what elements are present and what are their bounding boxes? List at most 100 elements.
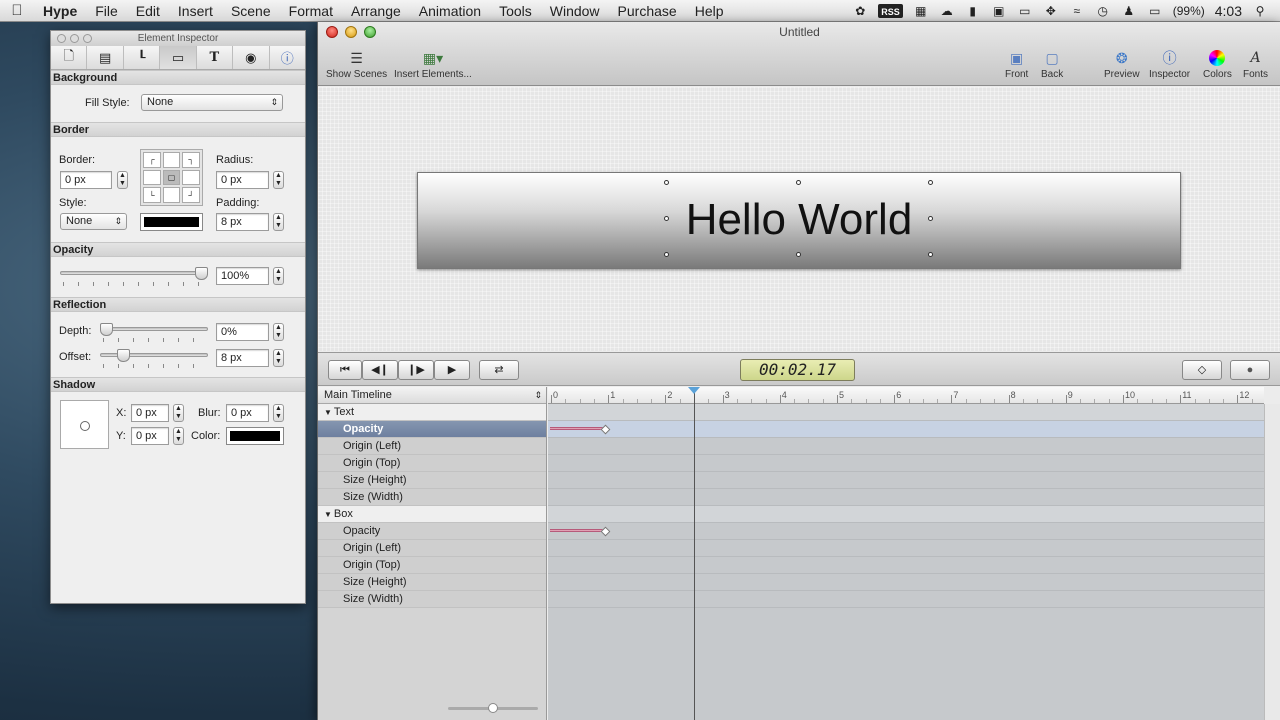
track-row[interactable] — [548, 591, 1264, 608]
close-icon[interactable] — [57, 34, 66, 43]
display-icon[interactable]: ▭ — [1017, 4, 1033, 18]
track-row[interactable] — [548, 455, 1264, 472]
fill-style-popup[interactable]: None ⇕ — [141, 94, 283, 111]
timeline-property-row[interactable]: Size (Width) — [318, 591, 546, 608]
depth-stepper[interactable]: ▲ ▼ — [273, 323, 284, 341]
show-scenes-button[interactable]: ☰ Show Scenes — [326, 48, 387, 80]
move-icon[interactable]: ✥ — [1043, 4, 1059, 18]
resize-handle-bottom[interactable] — [796, 252, 801, 257]
opacity-field[interactable]: 100% — [216, 267, 269, 285]
actions-tab-icon[interactable]: ◉ — [233, 46, 270, 69]
resize-handle-top-left[interactable] — [664, 180, 669, 185]
fonts-button[interactable]: A Fonts — [1243, 48, 1268, 80]
inspector-button[interactable]: ⓘ Inspector — [1149, 48, 1190, 80]
record-button[interactable]: ● — [1230, 360, 1270, 380]
track-row[interactable] — [548, 523, 1264, 540]
resize-handle-top[interactable] — [796, 180, 801, 185]
track-row[interactable] — [548, 421, 1264, 438]
shadow-y-stepper[interactable]: ▲ ▼ — [173, 427, 184, 445]
colors-button[interactable]: Colors — [1203, 48, 1232, 80]
apple-icon[interactable]:  — [0, 2, 34, 19]
inspector-titlebar[interactable]: Element Inspector — [51, 31, 305, 46]
side-right-icon[interactable] — [182, 169, 200, 186]
scripts-icon[interactable]: ✿ — [852, 4, 868, 18]
spotlight-icon[interactable]: ⚲ — [1252, 4, 1268, 18]
keyframe-diamond-icon[interactable] — [600, 526, 611, 537]
time-ruler[interactable]: 0 1 2 3 4 5 6 7 8 9 10 11 12 — [548, 387, 1264, 404]
corner-bottom-left-icon[interactable]: └ — [143, 187, 161, 203]
depth-slider-track[interactable] — [100, 327, 208, 331]
border-side-selector[interactable]: ┌ ┐ ▢ └ ┘ — [140, 149, 203, 206]
disclosure-triangle-icon[interactable]: ▼ — [324, 510, 332, 519]
timeline-tracks[interactable]: 0 1 2 3 4 5 6 7 8 9 10 11 12 — [548, 387, 1264, 720]
timeline-zoom-slider[interactable] — [448, 703, 538, 713]
menu-edit[interactable]: Edit — [127, 3, 169, 19]
go-to-start-button[interactable]: ⏮ — [328, 360, 362, 380]
timeline-property-row[interactable]: Origin (Top) — [318, 455, 546, 472]
menu-purchase[interactable]: Purchase — [609, 3, 686, 19]
resize-handle-bottom-left[interactable] — [664, 252, 669, 257]
resize-handle-left[interactable] — [664, 216, 669, 221]
zoom-icon[interactable] — [83, 34, 92, 43]
menu-insert[interactable]: Insert — [169, 3, 222, 19]
timeline-group-text[interactable]: ▼ Text — [318, 404, 546, 421]
window-icon[interactable]: ▣ — [991, 4, 1007, 18]
text-tab-icon[interactable]: T — [197, 46, 234, 69]
resize-handle-bottom-right[interactable] — [928, 252, 933, 257]
offset-stepper[interactable]: ▲ ▼ — [273, 349, 284, 367]
opacity-slider-track[interactable] — [60, 271, 208, 275]
animation-segment[interactable] — [550, 529, 606, 532]
side-bottom-icon[interactable] — [162, 187, 181, 203]
corner-top-left-icon[interactable]: ┌ — [143, 152, 161, 168]
add-keyframe-button[interactable]: ◇ — [1182, 360, 1222, 380]
all-sides-icon[interactable]: ▢ — [162, 169, 181, 186]
cloud-icon[interactable]: ☁ — [939, 4, 955, 18]
radius-field[interactable]: 0 px — [216, 171, 269, 189]
padding-stepper[interactable]: ▲ ▼ — [273, 213, 284, 231]
shadow-angle-well[interactable] — [60, 400, 109, 449]
track-row[interactable] — [548, 540, 1264, 557]
corner-bottom-right-icon[interactable]: ┘ — [182, 187, 200, 203]
timeline-property-row[interactable]: Origin (Left) — [318, 540, 546, 557]
playhead-line[interactable] — [694, 387, 695, 720]
menu-app[interactable]: Hype — [34, 3, 86, 19]
menu-help[interactable]: Help — [686, 3, 733, 19]
timeline-property-row[interactable]: Opacity — [318, 421, 546, 438]
shadow-x-field[interactable]: 0 px — [131, 404, 169, 422]
timeline-property-row[interactable]: Size (Width) — [318, 489, 546, 506]
timeline-vertical-scrollbar[interactable] — [1264, 404, 1280, 720]
offset-field[interactable]: 8 px — [216, 349, 269, 367]
back-button[interactable]: ▢ Back — [1041, 48, 1063, 80]
animation-segment[interactable] — [550, 427, 606, 430]
timeline-property-row[interactable]: Origin (Left) — [318, 438, 546, 455]
metrics-tab-icon[interactable]: ┖ — [124, 46, 161, 69]
battery-icon[interactable]: ▭ — [1147, 4, 1163, 18]
menu-window[interactable]: Window — [541, 3, 609, 19]
track-row[interactable] — [548, 472, 1264, 489]
insert-elements-button[interactable]: ▦▾ Insert Elements... — [394, 48, 472, 80]
keyframe-diamond-icon[interactable] — [600, 424, 611, 435]
box-element[interactable]: Hello World — [417, 172, 1181, 269]
shadow-blur-stepper[interactable]: ▲ ▼ — [273, 404, 284, 422]
shadow-angle-knob-icon[interactable] — [80, 421, 90, 431]
shadow-x-stepper[interactable]: ▲ ▼ — [173, 404, 184, 422]
rss-icon[interactable]: RSS — [878, 4, 903, 18]
offset-slider-knob[interactable] — [117, 349, 131, 362]
disclosure-triangle-icon[interactable]: ▼ — [324, 408, 332, 417]
scene-canvas[interactable]: Hello World — [318, 87, 1280, 351]
document-tab-icon[interactable]: 🗋 — [51, 46, 88, 69]
front-button[interactable]: ▣ Front — [1005, 48, 1028, 80]
shadow-color-well[interactable] — [226, 427, 284, 445]
menu-animation[interactable]: Animation — [410, 3, 490, 19]
timecode-display[interactable]: 00:02.17 — [740, 359, 855, 381]
opacity-stepper[interactable]: ▲ ▼ — [273, 267, 284, 285]
menu-scene[interactable]: Scene — [222, 3, 280, 19]
shadow-y-field[interactable]: 0 px — [131, 427, 169, 445]
border-width-field[interactable]: 0 px — [60, 171, 112, 189]
step-forward-button[interactable]: ❙▶ — [398, 360, 434, 380]
timeline-group-box[interactable]: ▼ Box — [318, 506, 546, 523]
opacity-slider-knob[interactable] — [195, 267, 208, 280]
clock[interactable]: 4:03 — [1215, 3, 1242, 19]
timeline-property-row[interactable]: Size (Height) — [318, 472, 546, 489]
padding-field[interactable]: 8 px — [216, 213, 269, 231]
